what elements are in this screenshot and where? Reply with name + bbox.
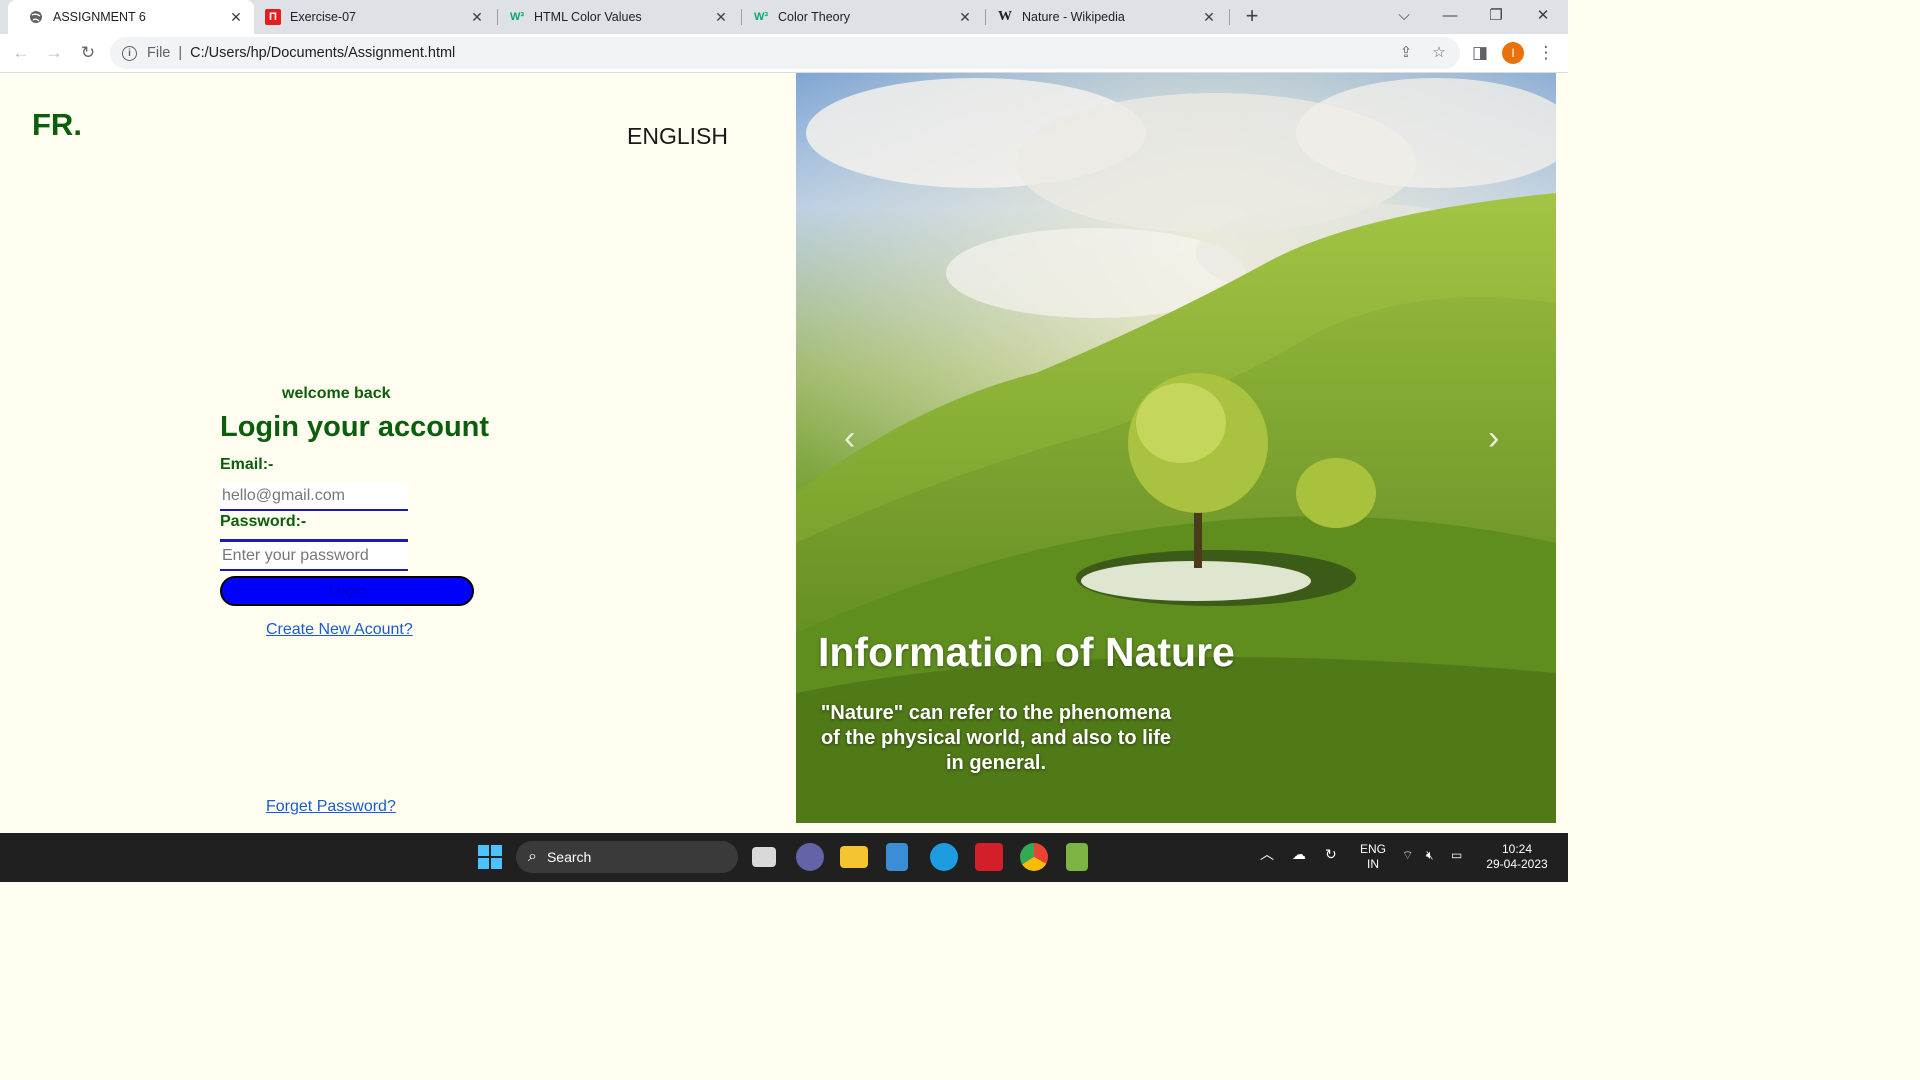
search-icon: ⌕: [528, 848, 537, 865]
address-divider: |: [178, 45, 183, 61]
brand-logo: FR.: [32, 107, 82, 142]
w3schools-icon: W³: [509, 11, 525, 23]
help-icon[interactable]: [930, 843, 958, 871]
globe-icon: [28, 9, 44, 25]
tray-overflow-icon[interactable]: ︿: [1260, 847, 1274, 862]
tab-nature-wikipedia[interactable]: W Nature - Wikipedia ✕: [977, 0, 1227, 34]
close-tab-icon[interactable]: ✕: [713, 9, 729, 26]
share-icon[interactable]: ⇪: [1394, 37, 1418, 69]
tab-title: Exercise-07: [290, 10, 356, 24]
hero-title: Information of Nature: [818, 629, 1235, 675]
tab-separator: [1229, 9, 1230, 25]
info-icon[interactable]: i: [122, 45, 137, 61]
create-account-link[interactable]: Create New Acount?: [266, 621, 413, 639]
address-scheme: File: [147, 45, 171, 61]
sync-icon[interactable]: ↻: [1325, 847, 1337, 862]
paint-icon[interactable]: [1066, 843, 1088, 871]
new-tab-icon[interactable]: +: [1240, 4, 1264, 28]
language-selector[interactable]: ENGLISH: [627, 123, 728, 150]
login-button[interactable]: Login: [220, 576, 474, 606]
tab-title: ASSIGNMENT 6: [53, 10, 146, 24]
notepad-icon[interactable]: [886, 843, 908, 871]
carousel-next-icon[interactable]: ›: [1488, 419, 1499, 458]
hero-quote: "Nature" can refer to the phenomena of t…: [820, 702, 1172, 774]
taskbar-search-label: Search: [546, 849, 592, 865]
close-tab-icon[interactable]: ✕: [957, 9, 973, 26]
tab-title: HTML Color Values: [534, 10, 642, 24]
forgot-password-link[interactable]: Forget Password?: [266, 798, 396, 816]
email-label: Email:-: [220, 456, 274, 473]
address-bar[interactable]: i File | C:/Users/hp/Documents/Assignmen…: [110, 37, 1460, 69]
login-heading: Login your account: [220, 411, 490, 443]
tab-color-theory[interactable]: W³ Color Theory ✕: [733, 0, 983, 34]
close-tab-icon[interactable]: ✕: [1201, 9, 1217, 26]
windows-start-icon[interactable]: [476, 843, 504, 871]
volume-muted-icon[interactable]: 🔇︎: [1426, 848, 1434, 863]
clock-date: 29-04-2023: [1486, 857, 1548, 871]
back-icon[interactable]: ←: [10, 42, 32, 64]
file-explorer-icon[interactable]: [840, 846, 868, 868]
tab-html-color-values[interactable]: W³ HTML Color Values ✕: [489, 0, 739, 34]
taskbar-search[interactable]: ⌕ Search: [516, 841, 738, 873]
wifi-icon[interactable]: ⌔: [1402, 848, 1413, 863]
close-tab-icon[interactable]: ✕: [228, 9, 244, 26]
tab-title: Nature - Wikipedia: [1022, 10, 1125, 24]
lang-bottom: IN: [1367, 857, 1379, 871]
clock-time: 10:24: [1501, 842, 1533, 856]
chrome-icon[interactable]: [1020, 843, 1048, 871]
task-view-icon[interactable]: [752, 847, 776, 867]
mcafee-icon[interactable]: [975, 843, 1003, 871]
red-app-icon: Π: [265, 9, 281, 25]
language-indicator[interactable]: ENG IN: [1358, 842, 1388, 872]
bookmark-star-icon[interactable]: ☆: [1427, 37, 1451, 69]
password-field-top-border: [220, 539, 408, 542]
clock[interactable]: 10:24 29-04-2023: [1480, 842, 1554, 872]
wikipedia-icon: W: [998, 9, 1012, 24]
side-panel-icon[interactable]: ◨: [1469, 42, 1491, 64]
lang-top: ENG: [1359, 842, 1386, 856]
restore-icon[interactable]: ❐: [1481, 4, 1511, 28]
password-label: Password:-: [220, 513, 307, 530]
welcome-text: welcome back: [282, 385, 391, 402]
forward-icon[interactable]: →: [43, 42, 65, 64]
profile-avatar[interactable]: I: [1502, 42, 1524, 64]
tab-strip: ASSIGNMENT 6 ✕ Π Exercise-07 ✕ W³ HTML C…: [0, 0, 1568, 34]
carousel-prev-icon[interactable]: ‹: [844, 419, 855, 458]
tab-title: Color Theory: [778, 10, 851, 24]
tab-exercise-07[interactable]: Π Exercise-07 ✕: [245, 0, 495, 34]
password-field[interactable]: [220, 543, 408, 571]
reload-icon[interactable]: ↻: [77, 42, 99, 64]
close-tab-icon[interactable]: ✕: [469, 9, 485, 26]
browser-toolbar: ← → ↻ i File | C:/Users/hp/Documents/Ass…: [0, 34, 1568, 73]
address-path: C:/Users/hp/Documents/Assignment.html: [190, 45, 456, 61]
hero-carousel: ‹ › Information of Nature "Nature" can r…: [796, 73, 1556, 823]
tab-assignment-6[interactable]: ASSIGNMENT 6 ✕: [8, 0, 254, 34]
battery-icon[interactable]: ▭: [1451, 848, 1462, 863]
email-field[interactable]: [220, 483, 408, 511]
windows-taskbar: ⌕ Search ︿ ☁ ↻ ENG IN ⌔ 🔇︎ ▭ 10:24 29-04…: [0, 833, 1568, 882]
menu-dots-icon[interactable]: ⋮: [1535, 42, 1557, 64]
minimize-icon[interactable]: —: [1435, 4, 1465, 28]
close-window-icon[interactable]: ✕: [1528, 4, 1558, 28]
page-content: FR. ENGLISH welcome back Login your acco…: [0, 73, 1568, 832]
tab-search-chevron-icon[interactable]: ⌵: [1389, 4, 1419, 28]
w3schools-icon: W³: [753, 11, 769, 23]
onedrive-icon[interactable]: ☁: [1292, 847, 1306, 862]
teams-chat-icon[interactable]: [796, 843, 824, 871]
